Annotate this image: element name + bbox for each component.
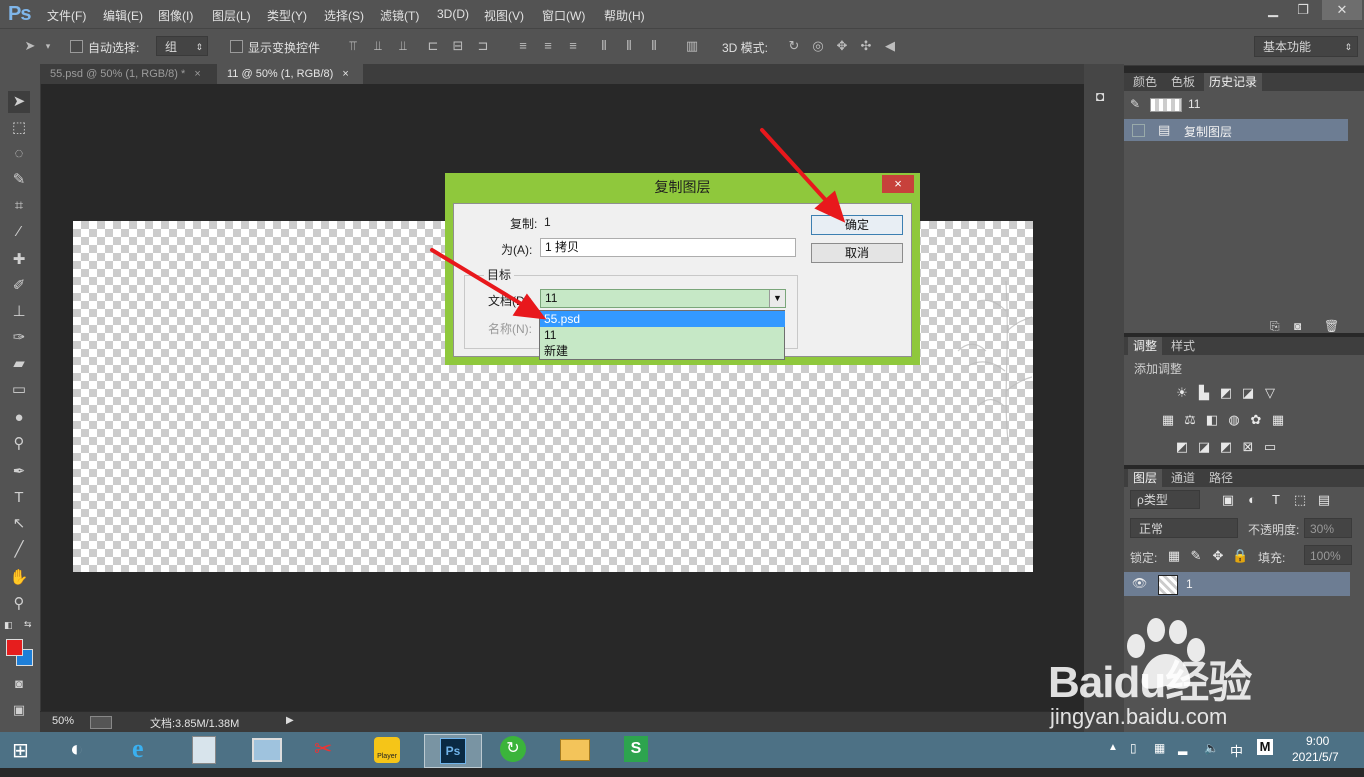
wifi-icon[interactable]: ▂ — [1178, 741, 1187, 755]
app-snipping-icon[interactable]: ✂ — [298, 734, 354, 766]
sheets-icon: S — [624, 736, 648, 762]
taskbar: ⊞ ◐ e ✂ Player Ps ↻ S ▲ ▯ ▦ ▂ 🔈 中 M 9:00… — [0, 732, 1364, 768]
refresh-circle-icon: ↻ — [500, 736, 526, 762]
ime-indicator[interactable]: 中 — [1230, 741, 1243, 760]
arrow-head — [512, 293, 547, 320]
monitor-icon — [252, 738, 282, 762]
app-monitor-icon[interactable] — [238, 734, 294, 766]
player-icon: Player — [374, 737, 400, 763]
ie-logo-icon: e — [132, 734, 144, 763]
clock-date[interactable]: 2021/5/7 — [1292, 750, 1339, 764]
annotation-arrows — [430, 128, 846, 320]
start-button-icon[interactable]: ⊞ — [12, 738, 29, 763]
volume-icon[interactable]: 🔈 — [1204, 741, 1219, 755]
folder-icon — [560, 739, 590, 761]
clock-time[interactable]: 9:00 — [1306, 734, 1329, 748]
battery-icon[interactable]: ▯ — [1130, 741, 1137, 755]
ps-icon: Ps — [440, 738, 466, 764]
ime-mode-indicator[interactable]: M — [1257, 739, 1273, 755]
network-icon[interactable]: ▦ — [1154, 741, 1165, 755]
app-player-icon[interactable]: Player — [358, 734, 414, 766]
app-explorer-icon[interactable] — [546, 734, 602, 766]
app-refresh-icon[interactable]: ↻ — [486, 734, 542, 766]
speaker-waves-icon: ◐ — [70, 736, 84, 761]
tray-expand-icon[interactable]: ▲ — [1108, 742, 1118, 753]
app-photoshop-icon[interactable]: Ps — [424, 734, 482, 768]
app-sheets-icon[interactable]: S — [608, 734, 664, 766]
arrow-to-ok — [760, 128, 834, 209]
calculator-icon — [192, 736, 216, 764]
scissors-icon: ✂ — [314, 736, 333, 761]
app-ie-icon[interactable]: e — [118, 734, 174, 766]
app-calculator-icon[interactable] — [178, 734, 234, 766]
arrow-to-option — [430, 248, 530, 310]
app-audio-icon[interactable]: ◐ — [58, 734, 114, 766]
